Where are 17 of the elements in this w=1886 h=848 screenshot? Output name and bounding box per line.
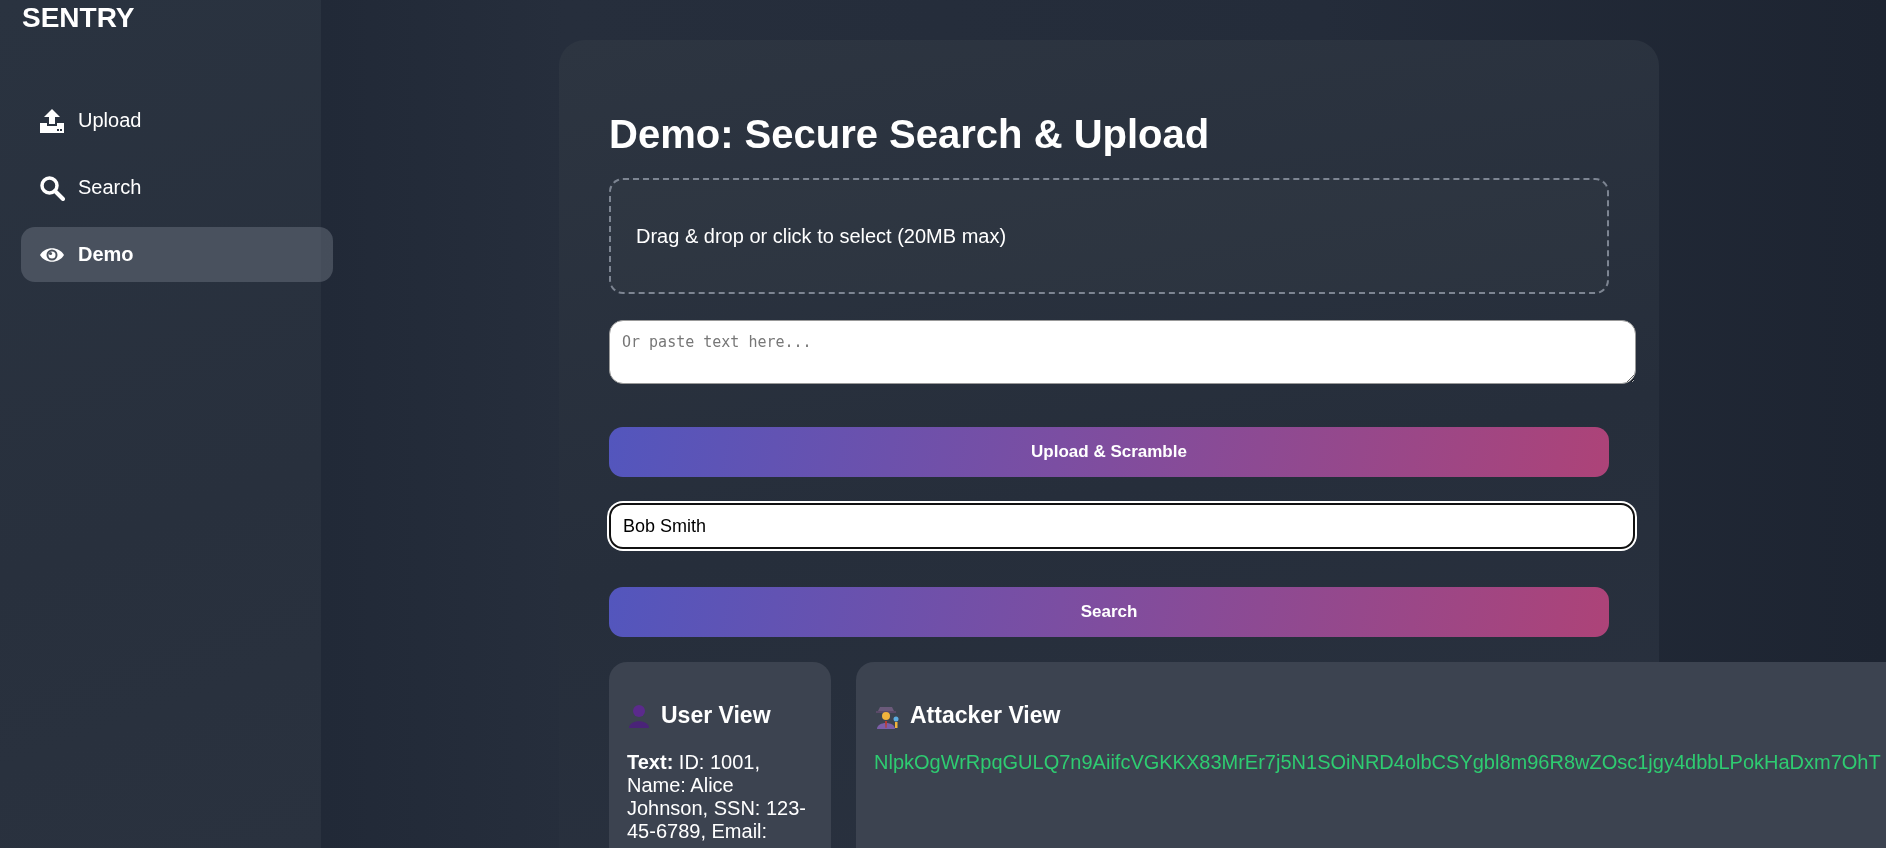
upload-button[interactable]: Upload & Scramble <box>609 427 1609 477</box>
search-field[interactable]: Bob Smith <box>609 503 1635 549</box>
upload-icon <box>39 107 65 134</box>
scrambled-text: NlpkOgWrRpqGULQ7n9AiifcVGKKX83MrEr7j5N1SOiNRD4olbCSYgbl8m96R8wZOsc1jgy4dbbLPokHaDxm7OhT <box>874 751 1882 774</box>
app-title: SENTRY <box>21 1 135 34</box>
panel-title: User View <box>661 702 771 729</box>
sidebar-item[interactable]: Demo <box>21 227 333 282</box>
plain-text: Text: ID: 1001, Name: Alice Johnson, SSN: 123-45-6789, Email: <box>627 751 807 843</box>
sidebar-item[interactable]: Search <box>21 160 333 215</box>
page-heading: Demo: Secure Search & Upload <box>609 112 1210 156</box>
paste-text-field[interactable]: Or paste text here... <box>609 320 1636 384</box>
sidebar-item[interactable]: Upload <box>21 93 333 148</box>
panel-title: Attacker View <box>910 702 1061 729</box>
search-button[interactable]: Search <box>609 587 1609 637</box>
search-icon <box>39 174 65 201</box>
drop-zone[interactable]: Drag & drop or click to select (20MB max) <box>609 178 1609 294</box>
person-icon <box>627 703 651 728</box>
